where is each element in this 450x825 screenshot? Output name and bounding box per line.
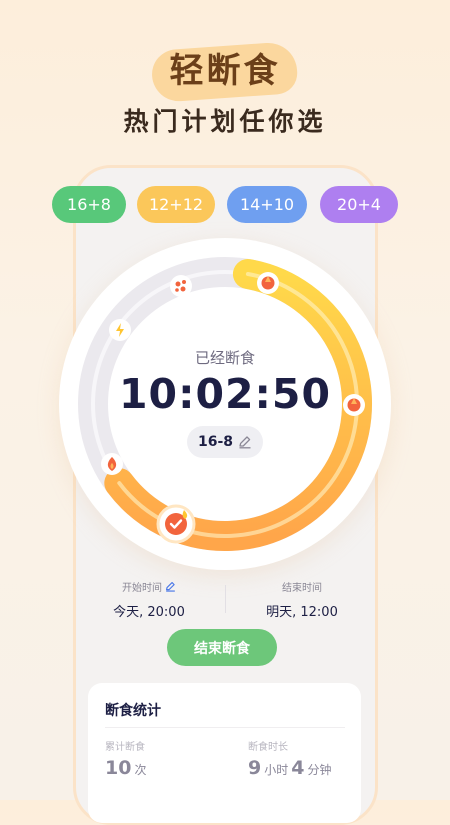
hero-subtitle: 热门计划任你选 <box>123 107 327 136</box>
fasting-stats-card: 断食统计 累计断食 10 次 断食时长 9 小时 4 分钟 <box>88 683 361 823</box>
hero-title: 轻断食 <box>169 51 281 91</box>
start-time-block[interactable]: 开始时间 今天, 20:00 <box>73 579 225 620</box>
fasting-time-range: 开始时间 今天, 20:00 结束时间 明天, 12:00 <box>73 579 378 620</box>
total-fasts-label: 累计断食 <box>105 742 145 753</box>
end-time-label: 结束时间 <box>282 583 322 594</box>
stats-divider <box>105 727 345 728</box>
fasting-duration-label: 断食时长 <box>248 742 288 753</box>
duration-hours-unit: 小时 <box>264 763 289 777</box>
stats-title: 断食统计 <box>105 703 161 719</box>
current-plan-pill[interactable]: 16-8 <box>187 426 263 458</box>
duration-hours-value: 9 <box>248 757 262 779</box>
elapsed-label: 已经断食 <box>194 349 255 367</box>
total-fasts-value: 10 <box>105 757 132 779</box>
molecule-icon <box>170 275 192 297</box>
fat-burn-icon <box>257 272 279 294</box>
total-fasts-unit: 次 <box>134 763 147 777</box>
flame-icon <box>101 453 123 475</box>
start-time-label: 开始时间 <box>122 583 162 594</box>
duration-minutes-unit: 分钟 <box>307 763 332 777</box>
end-fasting-button[interactable]: 结束断食 <box>167 629 277 666</box>
check-icon[interactable] <box>156 504 196 544</box>
edit-icon[interactable] <box>165 581 176 592</box>
end-time-block: 结束时间 明天, 12:00 <box>226 579 378 620</box>
elapsed-timer: 10:02:50 <box>119 370 331 418</box>
start-time-value: 今天, 20:00 <box>113 605 185 620</box>
plan-tab-14-10[interactable]: 14+10 <box>227 186 307 223</box>
plan-tab-16-8[interactable]: 16+8 <box>52 186 126 223</box>
plan-tabs: 16+8 12+12 14+10 20+4 <box>52 186 398 224</box>
plan-tab-12-12[interactable]: 12+12 <box>137 186 215 223</box>
total-fasts-stat: 累计断食 10 次 <box>105 738 149 779</box>
plan-tab-20-4[interactable]: 20+4 <box>320 186 398 223</box>
end-time-value: 明天, 12:00 <box>266 605 338 620</box>
duration-minutes-value: 4 <box>291 757 305 779</box>
current-plan-label: 16-8 <box>197 434 234 450</box>
fasting-duration-stat: 断食时长 9 小时 4 分钟 <box>248 738 335 779</box>
hero-title-area: 轻断食 <box>0 40 450 103</box>
edit-icon <box>239 436 251 449</box>
energy-icon <box>109 319 131 341</box>
